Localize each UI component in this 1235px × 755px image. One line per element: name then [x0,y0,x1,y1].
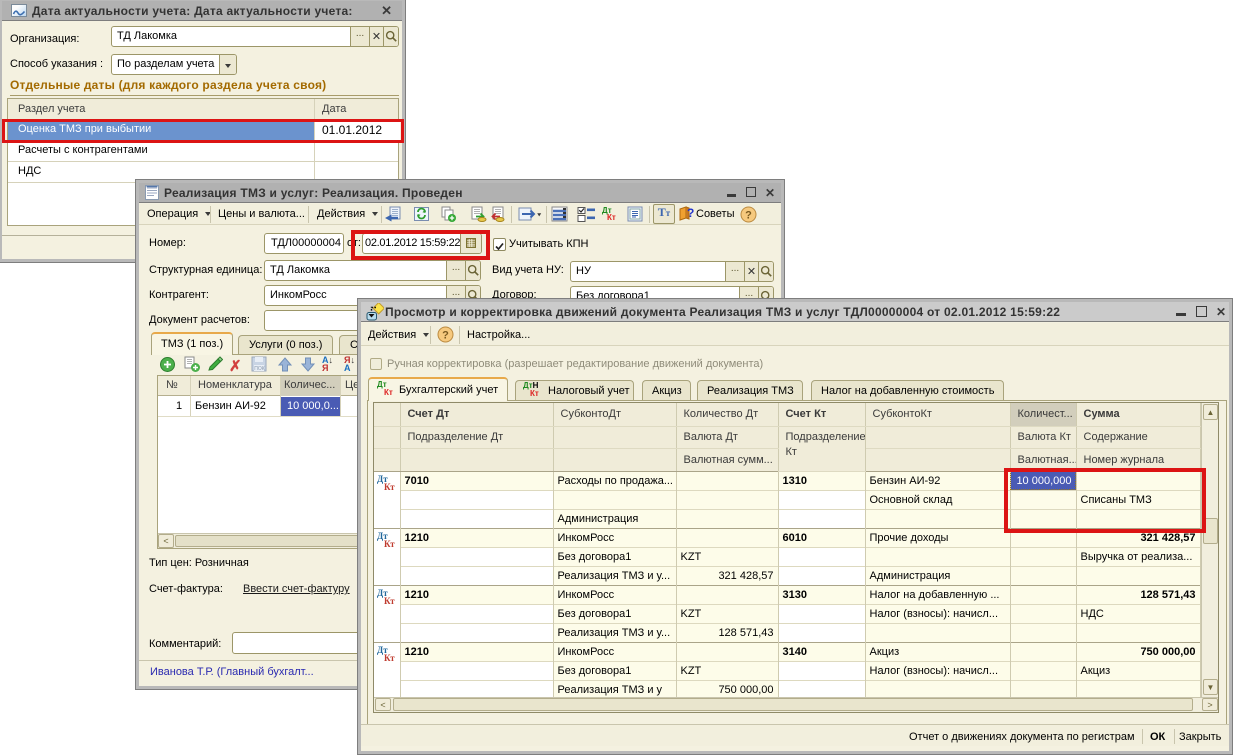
svg-text:?: ? [687,206,694,220]
svg-text:?: ? [745,210,752,222]
svg-text:?: ? [442,330,449,342]
svg-text:ПОК: ПОК [254,366,264,372]
